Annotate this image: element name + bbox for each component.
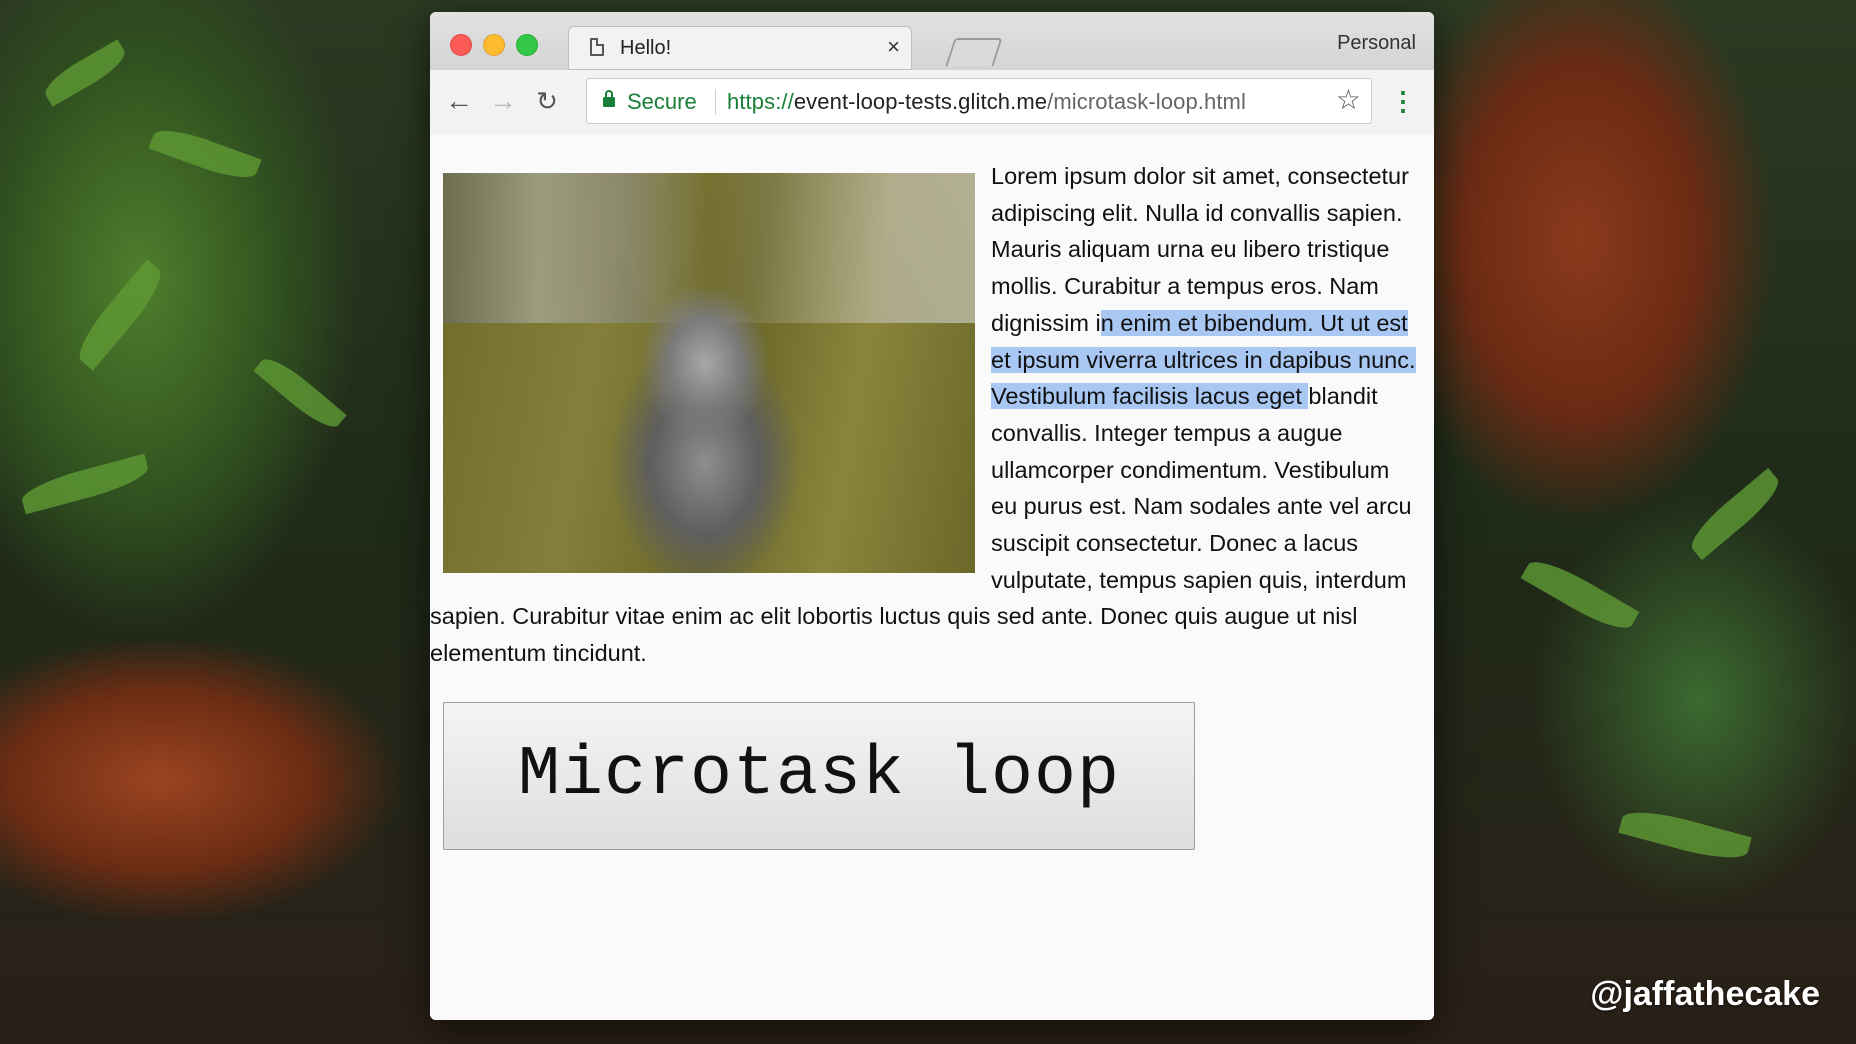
browser-toolbar: ← → ↻ Secure https://event-loop-tests.gl… [430,70,1434,135]
url-path: /microtask-loop.html [1047,89,1246,114]
new-tab-button[interactable] [945,38,1003,66]
url-text[interactable]: https://event-loop-tests.glitch.me/micro… [727,89,1246,115]
cat-in-box-image [443,173,975,573]
address-bar[interactable]: Secure https://event-loop-tests.glitch.m… [586,78,1372,124]
maximize-window-button[interactable] [516,34,538,56]
kebab-menu-icon[interactable]: ⋮ [1390,84,1416,118]
leaf [253,350,347,436]
star-icon[interactable]: ☆ [1336,83,1361,116]
reload-icon[interactable]: ↻ [530,84,564,118]
leaf [1683,467,1787,561]
back-arrow-icon[interactable]: ← [442,84,476,118]
title-bar: Hello! × Personal [430,12,1434,70]
document-icon [590,38,604,56]
close-tab-icon[interactable]: × [887,35,900,59]
leaf [148,122,262,186]
page-content: Lorem ipsum dolor sit amet, consectetur … [430,134,1434,1020]
minimize-window-button[interactable] [483,34,505,56]
url-scheme: https:// [727,89,794,114]
divider [715,89,716,115]
browser-window: Hello! × Personal ← → ↻ Secure https://e… [430,12,1434,1020]
tab-hello[interactable]: Hello! × [568,26,912,70]
url-host: event-loop-tests.glitch.me [793,89,1048,114]
tab-title: Hello! [620,37,672,59]
watermark-handle: @jaffathecake [1590,975,1820,1013]
button-container: Microtask loop [430,672,1434,850]
leaf [18,453,152,515]
leaf [1520,552,1640,638]
leaf [39,39,131,107]
leaf [1618,803,1752,867]
leaf [69,259,171,371]
secure-label: Secure [627,89,697,114]
lock-icon [603,90,615,107]
forward-arrow-icon[interactable]: → [486,84,520,118]
close-window-button[interactable] [450,34,472,56]
microtask-loop-button[interactable]: Microtask loop [443,701,1195,850]
profile-button[interactable]: Personal [1337,32,1416,55]
